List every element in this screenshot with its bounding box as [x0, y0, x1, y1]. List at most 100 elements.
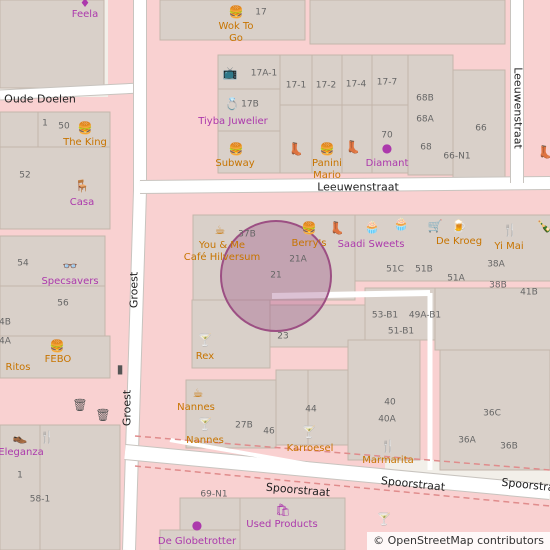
housenumber: 56: [57, 298, 69, 309]
housenumber: 21: [270, 270, 282, 281]
shoe-shop-icon-3[interactable]: 👢: [538, 146, 550, 158]
housenumber: 51B: [415, 264, 433, 275]
beverage-shop-icon[interactable]: 🍾: [537, 220, 550, 232]
shoe-shop-icon-4[interactable]: 👢: [330, 222, 345, 234]
poi-label-specsavers[interactable]: Specsavers: [41, 277, 98, 287]
poi-label-yi-mai[interactable]: Yi Mai: [494, 242, 523, 252]
fast-food-icon[interactable]: 🍔: [229, 6, 244, 18]
electronics-shop-icon[interactable]: 📺: [223, 67, 238, 79]
copyright-symbol: ©: [373, 534, 385, 547]
bar-icon-karroesel[interactable]: 🍸: [302, 426, 317, 438]
poi-label-wok-to-go-2[interactable]: Go: [229, 34, 243, 44]
bar-icon[interactable]: 🍸: [198, 334, 213, 346]
housenumber: 40A: [378, 414, 396, 425]
fast-food-icon-febo[interactable]: 🍔: [50, 340, 65, 352]
housenumber: 69-N1: [200, 489, 228, 500]
street-label-groest: Groest: [127, 271, 141, 309]
cafe-icon-nannes[interactable]: ☕: [193, 387, 204, 399]
cafe-icon[interactable]: ☕: [215, 224, 226, 236]
fast-food-icon-subway[interactable]: 🍔: [229, 143, 244, 155]
poi-label-nannes-2[interactable]: Nannes: [186, 436, 224, 446]
fast-food-icon-the-king[interactable]: 🍔: [78, 122, 93, 134]
housenumber: 53-B1: [371, 310, 399, 321]
restaurant-icon[interactable]: 🍴: [503, 224, 518, 236]
street-label-leeuwenstraat: Leeuwenstraat: [317, 180, 399, 194]
poi-label-casa[interactable]: Casa: [70, 198, 94, 208]
housenumber: 41B: [520, 287, 538, 298]
bar-icon-nannes[interactable]: 🍸: [198, 418, 213, 430]
map-attribution[interactable]: © OpenStreetMap contributors: [367, 532, 550, 550]
housenumber: 36C: [483, 408, 501, 419]
housenumber: 36A: [458, 435, 476, 446]
poi-label-panini[interactable]: Panini: [312, 159, 342, 169]
poi-label-used-products[interactable]: Used Products: [246, 520, 317, 530]
housenumber: 68B: [416, 93, 434, 104]
shoe-shop-icon[interactable]: 👢: [289, 143, 304, 155]
housenumber: 1: [42, 118, 48, 129]
housenumber: 27B: [235, 420, 253, 431]
housenumber: 38B: [489, 280, 507, 291]
attribution-text[interactable]: OpenStreetMap contributors: [388, 534, 544, 547]
confectionery-icon-2[interactable]: 🧁: [394, 218, 409, 230]
housenumber: 36B: [500, 441, 518, 452]
poi-label-rex[interactable]: Rex: [196, 352, 214, 362]
poi-label-diamant[interactable]: Diamant: [366, 159, 409, 169]
street-label-leeuwenstraat-vertical: Leeuwenstraat: [511, 67, 525, 149]
housenumber: 49A-B1: [408, 310, 442, 321]
furniture-shop-icon[interactable]: 🪑: [75, 180, 90, 192]
shoe-shop-icon-2[interactable]: 👢: [346, 141, 361, 153]
housenumber: 44: [305, 404, 317, 415]
poi-label-panini-mario[interactable]: Mario: [313, 171, 341, 181]
jewelry-shop-icon[interactable]: 💍: [225, 98, 240, 110]
poi-label-nannes[interactable]: Nannes: [177, 403, 215, 413]
poi-label-eleganza[interactable]: Eleganza: [0, 448, 44, 458]
poi-label-wok-to-go[interactable]: Wok To: [219, 22, 254, 32]
poi-label-cafe-hilversum[interactable]: Café Hilversum: [184, 253, 261, 263]
basket-shop-icon[interactable]: 🛒: [428, 220, 443, 232]
poi-label-tiyba-juwelier[interactable]: Tiyba Juwelier: [198, 117, 268, 127]
poi-label-febo[interactable]: FEBO: [45, 355, 72, 365]
poi-label-subway[interactable]: Subway: [215, 159, 254, 169]
housenumber: 17-4: [345, 79, 367, 90]
second-hand-shop-icon[interactable]: 🛍: [275, 504, 290, 516]
street-label-groest-lower: Groest: [120, 389, 134, 427]
poi-label-you-and-me[interactable]: You & Me: [199, 241, 245, 251]
waste-basket-icon-2: 🗑: [95, 408, 111, 422]
housenumber: 58-1: [29, 494, 51, 505]
housenumber: 37B: [238, 229, 256, 240]
confectionery-icon[interactable]: 🧁: [365, 221, 380, 233]
poi-label-the-king[interactable]: The King: [63, 138, 107, 148]
poi-label-saadi-sweets[interactable]: Saadi Sweets: [338, 240, 405, 250]
jewelry-dot-icon[interactable]: ●: [382, 142, 392, 154]
fast-food-icon-berrys[interactable]: 🍔: [302, 222, 317, 234]
restaurant-icon-eleganza[interactable]: 🍴: [40, 431, 55, 443]
vending-icon[interactable]: ▮: [117, 363, 124, 375]
pub-icon[interactable]: 🍺: [452, 220, 467, 232]
travel-shop-dot-icon[interactable]: ●: [192, 519, 202, 531]
poi-label-de-kroeg[interactable]: De Kroeg: [436, 237, 482, 247]
housenumber: 38A: [487, 259, 505, 270]
housenumber: 17-7: [376, 77, 398, 88]
bar-icon-bottom[interactable]: 🍸: [377, 513, 392, 525]
housenumber: 68A: [416, 114, 434, 125]
poi-label-de-globetrotter[interactable]: De Globetrotter: [158, 537, 236, 547]
housenumber: 1: [17, 470, 23, 481]
poi-label-ritos[interactable]: Ritos: [6, 363, 31, 373]
housenumber: 17-2: [315, 80, 337, 91]
fast-food-icon-panini[interactable]: 🍔: [320, 143, 335, 155]
shop-icon[interactable]: ♦: [80, 0, 91, 9]
housenumber: 50: [58, 121, 70, 132]
housenumber: 23: [277, 331, 289, 342]
map-canvas[interactable]: Oude Doelen Groest Groest Leeuwenstraat …: [0, 0, 550, 550]
poi-label-karroesel[interactable]: Karroesel: [287, 444, 334, 454]
optician-icon[interactable]: 👓: [63, 260, 78, 272]
restaurant-icon-marmarita[interactable]: 🍴: [381, 440, 396, 452]
housenumber: 68: [420, 142, 432, 153]
housenumber: 4A: [0, 336, 11, 347]
poi-label-feela[interactable]: Feela: [72, 10, 98, 20]
housenumber: 40: [384, 397, 396, 408]
shoe-shop-icon-eleganza[interactable]: 👞: [13, 431, 28, 443]
poi-label-marmarita[interactable]: Marmarita: [362, 456, 414, 466]
housenumber: 46: [263, 426, 275, 437]
poi-label-berrys[interactable]: Berry's: [292, 239, 327, 249]
